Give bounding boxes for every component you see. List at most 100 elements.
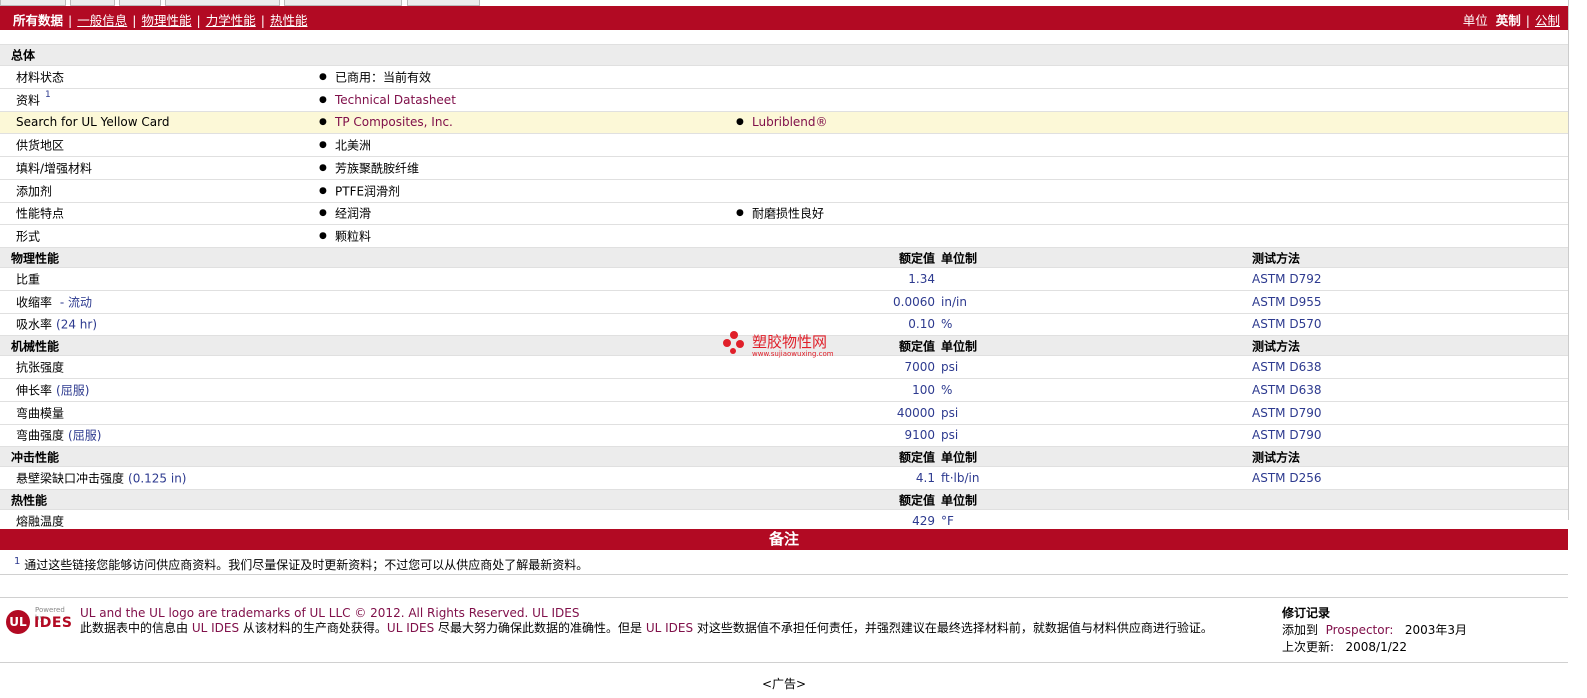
ul-ides-logo[interactable]: Powered by UL IDES [6,606,72,634]
footer-text: UL and the UL logo are trademarks of UL … [80,606,1260,636]
unit-value: in/in [941,294,967,309]
right-border [1568,0,1569,520]
nominal-value: 9100 [904,428,935,443]
header-nominal: 额定值 [898,450,935,465]
bullet-icon: ● [736,208,744,219]
nominal-value: 429 [912,513,935,528]
trademark-line: UL and the UL logo are trademarks of UL … [80,606,580,620]
test-method: ASTM D256 [1252,471,1322,486]
property-row: 供货地区 ● 北美洲 [0,133,1568,156]
bullet-icon: ● [319,140,327,151]
property-label: 悬壁梁缺口冲击强度 [16,471,125,486]
nominal-value: 100 [912,382,935,397]
property-label-group: 抗张强度 [16,359,64,376]
property-value: 芳族聚酰胺纤维 [335,161,420,176]
section-header-general: 总体 [0,44,1568,65]
disclaimer-line: 此数据表中的信息由 UL IDES 从该材料的生产商处获得。UL IDES 尽最… [80,621,1213,635]
nav-mechanical-link[interactable]: 力学性能 [206,13,256,28]
header-method: 测试方法 [1252,251,1301,265]
property-label: 吸水率 [16,317,53,332]
test-method: ASTM D638 [1252,360,1322,375]
property-label: 供货地区 [16,138,65,153]
property-label: 材料状态 [16,70,65,85]
nominal-value: 0.0060 [893,294,935,309]
divider [0,662,1568,663]
watermark-dots-icon [723,331,744,354]
property-label-group: 收缩率 - 流动 [16,293,92,310]
property-label: 形式 [16,229,41,244]
property-label[interactable]: Search for UL Yellow Card [16,115,169,129]
header-method: 测试方法 [1252,450,1301,465]
watermark-title: 塑胶物性网 [752,333,828,351]
unit-imperial-current: 英制 [1495,13,1521,28]
section-title: 总体 [11,48,36,63]
unit-metric-link[interactable]: 公制 [1535,13,1560,28]
nominal-value: 40000 [896,405,935,420]
property-row: 性能特点 ● 经润滑 ● 耐磨损性良好 [0,201,1568,225]
property-row: 悬壁梁缺口冲击强度 (0.125 in) 4.1 ft·lb/in ASTM D256 [0,466,1568,489]
value-link[interactable]: TP Composites, Inc. [335,115,453,129]
revision-title: 修订记录 [1282,606,1331,620]
property-row: 材料状态 ● 已商用：当前有效 [0,65,1568,88]
property-label-group: 吸水率 (24 hr) [16,316,97,333]
revision-updated: 上次更新: 2008/1/22 [1282,640,1408,654]
units-label: 单位 [1462,13,1488,28]
property-label: 性能特点 [16,206,65,221]
property-row: 收缩率 - 流动 0.0060 in/in ASTM D955 [0,289,1568,313]
property-value: PTFE润滑剂 [335,184,401,199]
property-condition: (屈服) [68,428,102,443]
nav-thermal-link[interactable]: 热性能 [270,13,308,28]
property-label: 资料 [16,93,41,108]
bullet-icon: ● [319,208,327,219]
value-link[interactable]: Technical Datasheet [335,93,456,107]
nominal-value: 1.34 [908,271,935,286]
nominal-value: 4.1 [915,471,935,486]
property-value: 颗粒料 [335,229,372,244]
property-value: 耐磨损性良好 [752,206,825,221]
property-row: 弯曲模量 40000 psi ASTM D790 [0,400,1568,424]
nominal-value: 7000 [904,360,935,375]
property-label-group: 弯曲模量 [16,404,64,421]
value-link[interactable]: Lubriblend® [752,115,828,129]
property-label-group: 弯曲强度 (屈服) [16,427,101,444]
section-header: 物理性能 额定值 单位制 测试方法 [0,247,1568,267]
property-label: 收缩率 [16,295,53,310]
revision-added: 添加到 Prospector: 2003年3月 [1282,623,1467,637]
property-label: 熔融温度 [16,514,65,529]
test-method: ASTM D955 [1252,294,1322,309]
property-row: 添加剂 ● PTFE润滑剂 [0,178,1568,202]
section-title: 物理性能 [11,251,60,265]
header-unit: 单位制 [941,251,978,265]
watermark-url: www.sujiaowuxing.com [752,350,834,358]
property-label: 添加剂 [16,184,53,199]
test-method: ASTM D570 [1252,317,1322,332]
section-nav-bar: 所有数据 | 一般信息 | 物理性能 | 力学性能 | 热性能 单位 英制 | 公制 [0,6,1568,30]
unit-value: ft·lb/in [941,471,980,486]
unit-value: psi [941,428,959,443]
property-condition: (24 hr) [56,317,98,332]
unit-switcher: 单位 英制 | 公制 [1462,13,1560,28]
footnote-text: 通过这些链接您能够访问供应商资料。我们尽量保证及时更新资料；不过您可以从供应商处… [24,558,589,572]
bullet-icon: ● [319,231,327,242]
property-condition: (0.125 in) [128,471,187,486]
bullet-icon: ● [736,117,744,128]
nav-physical-link[interactable]: 物理性能 [141,13,191,28]
revision-history: 修订记录 添加到 Prospector: 2003年3月 上次更新: 2008/… [1282,605,1467,656]
property-row: 资料 1 ● Technical Datasheet [0,87,1568,111]
header-nominal: 额定值 [898,493,935,507]
property-row: 伸长率 (屈服) 100% ASTM D638 [0,378,1568,401]
header-unit: 单位制 [941,493,978,507]
property-condition: - 流动 [56,295,92,310]
header-nominal: 额定值 [898,251,935,265]
footnote-marker: 1 [14,556,21,567]
nav-general-link[interactable]: 一般信息 [77,13,127,28]
header-nominal: 额定值 [898,339,935,354]
property-value: 经润滑 [335,206,372,221]
property-label: 比重 [16,272,41,287]
property-label-group: 悬壁梁缺口冲击强度 (0.125 in) [16,470,187,487]
nav-all-data: 所有数据 [13,13,64,28]
bullet-icon: ● [319,162,327,173]
notes-header: 备注 [0,529,1568,550]
ul-circle-icon: UL [6,610,30,634]
ad-placeholder: <广告> [762,677,807,691]
